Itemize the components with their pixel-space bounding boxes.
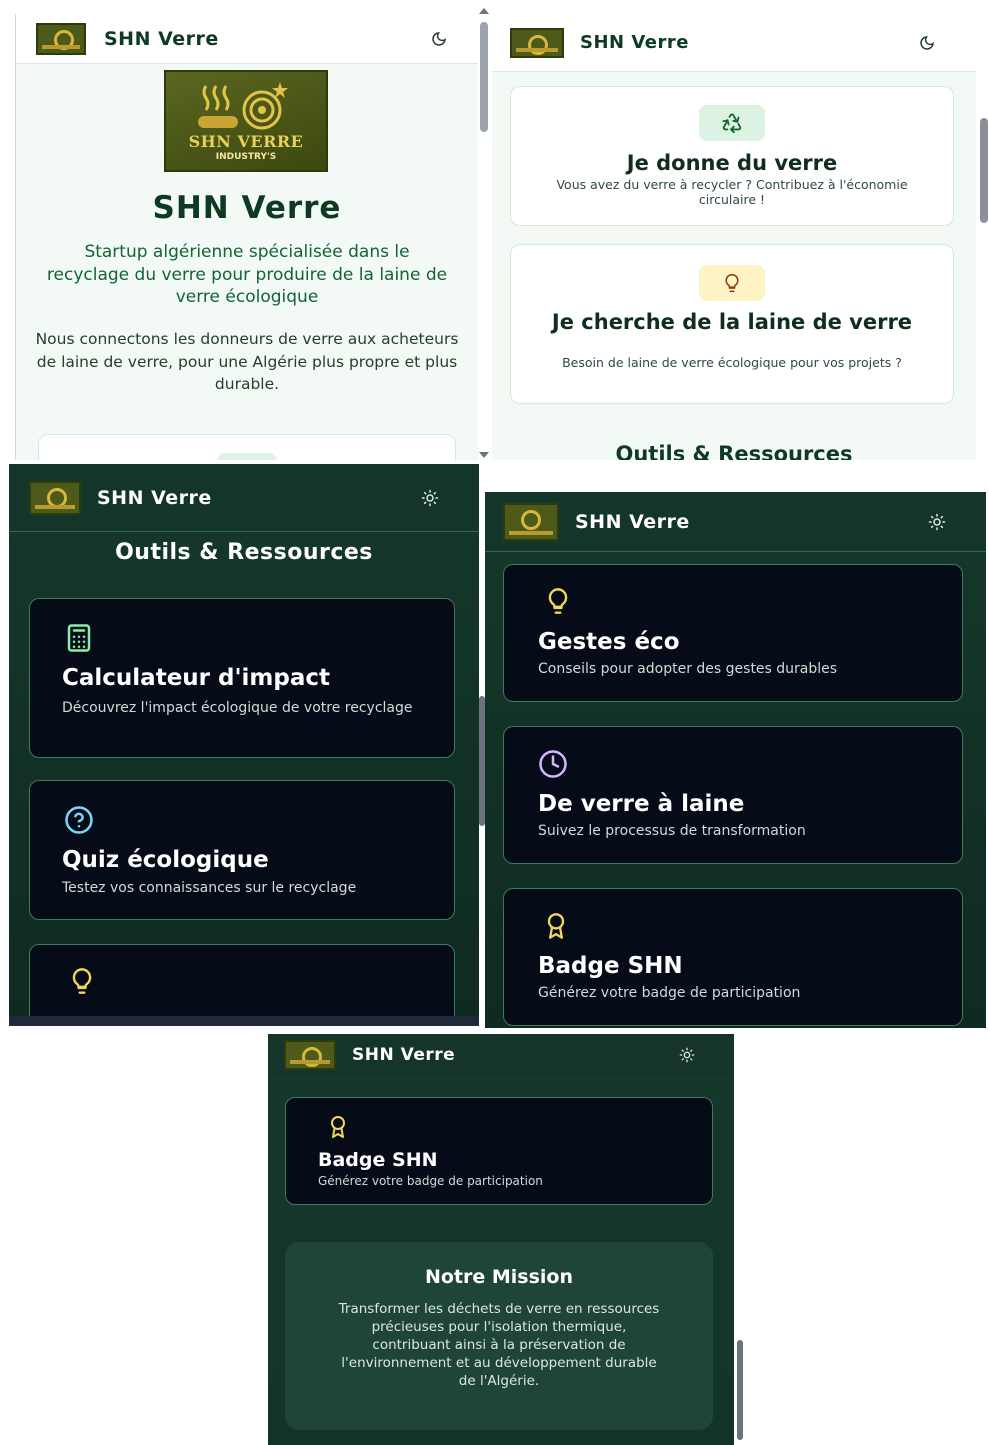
award-icon (542, 911, 570, 945)
impact-calculator-card[interactable]: Calculateur d'impact Découvrez l'impact … (29, 598, 455, 758)
app-header: SHN Verre (485, 492, 986, 552)
moon-icon[interactable] (916, 32, 938, 54)
badge-desc: Générez votre badge de participation (318, 1174, 543, 1188)
header-logo[interactable] (36, 22, 86, 55)
brand-name: SHN Verre (575, 510, 690, 533)
eco-quiz-card[interactable]: Quiz écologique Testez vos connaissances… (29, 780, 455, 920)
lightbulb-icon (699, 265, 765, 301)
hero-logo-subtext: INDUSTRY'S (215, 152, 277, 162)
bottom-bar (9, 1016, 479, 1026)
give-glass-card[interactable]: Je donne du verre Vous avez du verre à r… (510, 86, 954, 226)
app-header: SHN Verre (268, 1034, 734, 1076)
screen-tools-top: SHN Verre Outils & Ressources Calculateu… (9, 464, 479, 1026)
lightbulb-icon (544, 587, 572, 619)
mission-text: Transformer les déchets de verre en ress… (338, 1301, 660, 1389)
seek-wool-title: Je cherche de la laine de verre (551, 310, 913, 334)
moon-icon[interactable] (428, 28, 450, 50)
header-logo[interactable] (503, 502, 559, 541)
app-header: SHN Verre (16, 14, 478, 64)
scroll-down-arrow[interactable] (479, 452, 489, 458)
sun-icon[interactable] (419, 487, 441, 509)
eco-quiz-desc: Testez vos connaissances sur le recyclag… (62, 880, 357, 896)
eco-gestures-desc: Conseils pour adopter des gestes durable… (538, 661, 838, 677)
screen-mission: SHN Verre Badge SHN Générez votre badge … (268, 1034, 734, 1445)
sun-icon[interactable] (926, 511, 948, 533)
screen-home-hero: SHN Verre SHN VERRE INDUSTRY'S SHN Verre… (15, 14, 478, 460)
header-logo[interactable] (510, 27, 564, 58)
screen-home-actions: SHN Verre Je donne du verre Vous avez du… (492, 14, 976, 460)
card-icon-badge (217, 453, 277, 460)
clock-icon (538, 749, 568, 783)
brand-name: SHN Verre (580, 32, 689, 53)
eco-gestures-card[interactable]: Gestes éco Conseils pour adopter des ges… (503, 564, 963, 702)
recycle-icon (699, 105, 765, 141)
eco-gestures-title: Gestes éco (538, 629, 680, 655)
impact-calculator-desc: Découvrez l'impact écologique de votre r… (62, 700, 413, 716)
lightbulb-icon (68, 967, 96, 999)
header-logo[interactable] (284, 1040, 336, 1070)
give-glass-title: Je donne du verre (626, 151, 838, 175)
hero-description: Nous connectons les donneurs de verre au… (35, 330, 459, 393)
seek-wool-card[interactable]: Je cherche de la laine de verre Besoin d… (510, 244, 954, 404)
eco-gestures-card-peek[interactable] (29, 944, 455, 1026)
brand-name: SHN Verre (104, 27, 219, 50)
brand-name: SHN Verre (352, 1045, 456, 1065)
tools-section-title-peek: Outils & Ressources (615, 442, 853, 460)
app-header: SHN Verre (9, 464, 479, 532)
glass-to-wool-title: De verre à laine (538, 791, 745, 817)
glass-to-wool-desc: Suivez le processus de transformation (538, 823, 806, 839)
impact-calculator-title: Calculateur d'impact (62, 665, 330, 691)
header-logo[interactable] (29, 480, 81, 515)
glass-to-wool-card[interactable]: De verre à laine Suivez le processus de … (503, 726, 963, 864)
hero-tagline: Startup algérienne spécialisée dans le r… (46, 242, 448, 307)
badge-card[interactable]: Badge SHN Générez votre badge de partici… (285, 1097, 713, 1205)
badge-title: Badge SHN (538, 953, 683, 979)
sun-icon[interactable] (676, 1044, 698, 1066)
tools-section-title: Outils & Ressources (115, 540, 373, 565)
hero-title: SHN Verre (152, 190, 342, 226)
badge-card[interactable]: Badge SHN Générez votre badge de partici… (503, 888, 963, 1026)
scrollbar-thumb[interactable] (737, 1340, 743, 1440)
scrollbar-thumb[interactable] (480, 22, 488, 132)
scroll-up-arrow[interactable] (479, 8, 489, 14)
award-icon (326, 1114, 350, 1144)
help-circle-icon (64, 805, 94, 839)
calculator-icon (64, 623, 94, 657)
badge-title: Badge SHN (318, 1149, 438, 1171)
action-card-peek[interactable] (38, 434, 456, 460)
hero-logo-text: SHN VERRE (188, 132, 304, 151)
app-header: SHN Verre (492, 14, 976, 72)
scrollbar-thumb[interactable] (980, 118, 988, 223)
mission-box: Notre Mission Transformer les déchets de… (285, 1242, 713, 1430)
mission-title: Notre Mission (424, 1266, 574, 1288)
badge-desc: Générez votre badge de participation (538, 985, 801, 1001)
eco-quiz-title: Quiz écologique (62, 847, 269, 873)
brand-name: SHN Verre (97, 486, 212, 509)
screen-tools-bottom: SHN Verre Gestes éco Conseils pour adopt… (485, 492, 986, 1028)
hero-logo: SHN VERRE INDUSTRY'S (164, 70, 328, 172)
seek-wool-desc: Besoin de laine de verre écologique pour… (562, 355, 902, 370)
give-glass-desc: Vous avez du verre à recycler ? Contribu… (556, 177, 908, 207)
